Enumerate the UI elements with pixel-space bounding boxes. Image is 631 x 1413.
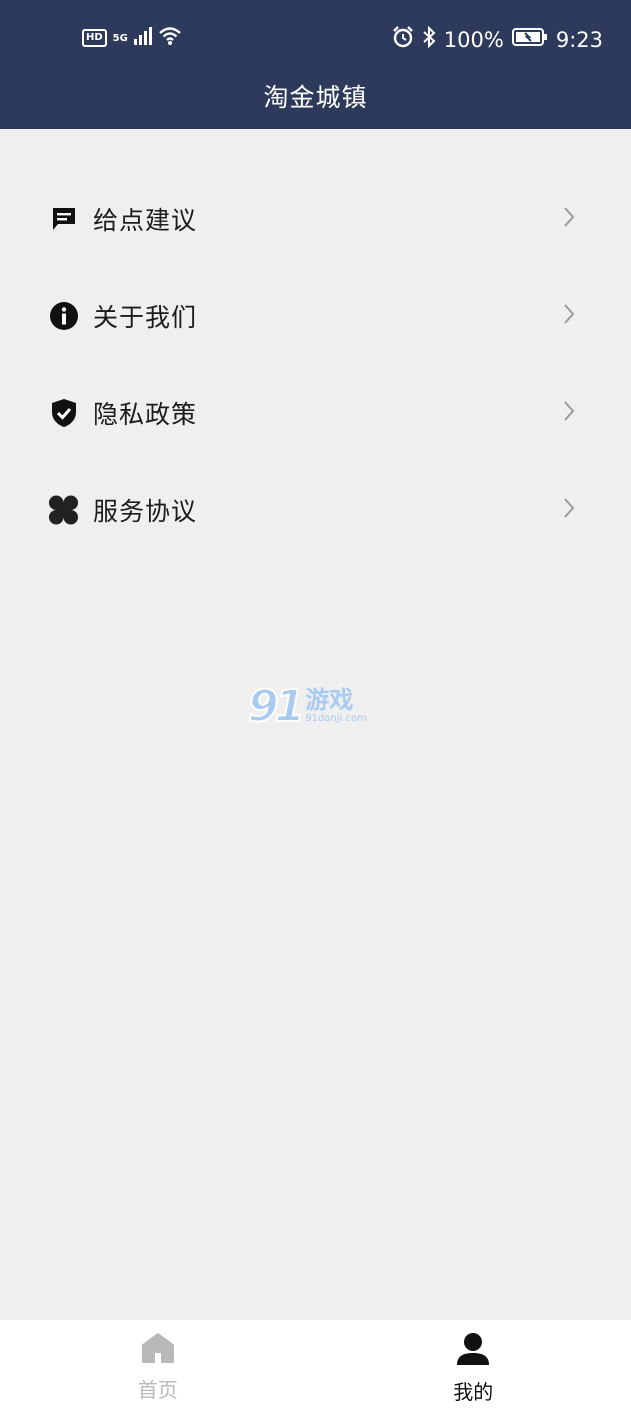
watermark-text: 游戏: [305, 686, 354, 714]
chevron-right-icon: [563, 303, 575, 329]
wifi-icon: [158, 26, 182, 50]
clock: 9:23: [555, 27, 603, 52]
tab-label: 首页: [137, 1378, 178, 1402]
four-leaf-icon: [48, 494, 79, 525]
menu-item-terms[interactable]: 服务协议: [0, 461, 631, 558]
network-type: 5G: [112, 32, 128, 44]
user-icon: [456, 1332, 490, 1370]
info-icon: [48, 300, 79, 331]
app-header: HD 5G 100% 9:23 淘金城镇: [0, 0, 631, 129]
page-title: 淘金城镇: [263, 83, 368, 112]
chevron-right-icon: [563, 400, 575, 426]
status-bar-left: HD 5G: [82, 26, 182, 50]
chat-bubble-icon: [48, 203, 79, 234]
chevron-right-icon: [563, 206, 575, 232]
bottom-tab-bar: 首页 我的: [0, 1320, 631, 1413]
menu-item-feedback[interactable]: 给点建议: [0, 170, 631, 267]
battery-icon: [511, 27, 548, 52]
menu-item-label: 隐私政策: [93, 399, 198, 429]
menu-item-label: 给点建议: [93, 205, 198, 235]
hd-badge: HD: [82, 29, 107, 47]
tab-home[interactable]: 首页: [0, 1320, 316, 1413]
shield-check-icon: [48, 397, 79, 428]
tab-label: 我的: [453, 1380, 494, 1404]
battery-percent: 100%: [443, 27, 504, 52]
signal-icon: [133, 27, 152, 49]
home-icon: [141, 1332, 175, 1368]
alarm-icon: [392, 26, 414, 53]
watermark-url: 91danji.com: [305, 713, 367, 724]
bluetooth-icon: [422, 25, 436, 53]
menu-item-label: 关于我们: [93, 302, 198, 332]
settings-menu: 给点建议 关于我们 隐私政策 服务协议: [0, 170, 631, 558]
menu-item-label: 服务协议: [93, 496, 198, 526]
tab-mine[interactable]: 我的: [316, 1320, 631, 1413]
menu-item-about[interactable]: 关于我们: [0, 267, 631, 364]
watermark-logo: 91 游戏 91danji.com: [247, 678, 382, 734]
menu-item-privacy[interactable]: 隐私政策: [0, 364, 631, 461]
watermark-number: 91: [247, 680, 306, 733]
chevron-right-icon: [563, 497, 575, 523]
status-bar-right: 100% 9:23: [392, 25, 603, 53]
